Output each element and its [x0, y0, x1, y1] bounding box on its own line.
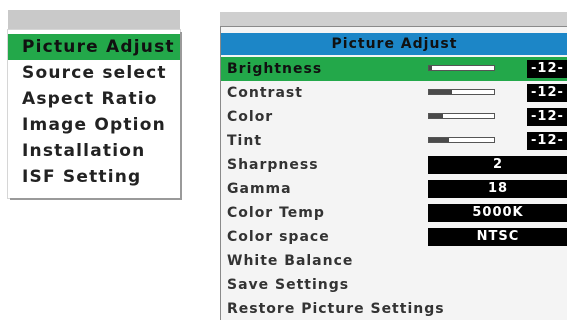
- submenu-row-gamma[interactable]: Gamma 18: [221, 177, 567, 201]
- picture-adjust-submenu: Picture Adjust Brightness -12- Contrast …: [220, 26, 567, 320]
- brightness-slider[interactable]: [428, 65, 495, 71]
- color-slider[interactable]: [428, 113, 495, 119]
- submenu-top-strip: [220, 12, 567, 26]
- save-settings-label: Save Settings: [227, 277, 350, 293]
- submenu-title: Picture Adjust: [221, 33, 567, 55]
- contrast-value: -12-: [527, 84, 567, 102]
- brightness-label: Brightness: [227, 61, 323, 77]
- sharpness-value[interactable]: 2: [428, 156, 567, 174]
- tint-label: Tint: [227, 133, 263, 149]
- main-menu-item-aspect-ratio[interactable]: Aspect Ratio: [8, 86, 180, 112]
- gamma-label: Gamma: [227, 181, 292, 197]
- submenu-row-white-balance[interactable]: White Balance: [221, 249, 567, 273]
- color-temp-value[interactable]: 5000K: [428, 204, 567, 222]
- contrast-label: Contrast: [227, 85, 303, 101]
- main-menu-item-isf-setting[interactable]: ISF Setting: [8, 164, 180, 190]
- restore-picture-settings-label: Restore Picture Settings: [227, 301, 445, 317]
- tint-slider-fill: [429, 138, 449, 142]
- main-menu-panel: Picture Adjust Source select Aspect Rati…: [8, 30, 180, 198]
- brightness-slider-fill: [429, 66, 433, 70]
- submenu-row-color[interactable]: Color -12-: [221, 105, 567, 129]
- color-label: Color: [227, 109, 274, 125]
- brightness-value: -12-: [527, 60, 567, 78]
- main-menu-top-strip: [8, 10, 180, 30]
- main-menu-item-picture-adjust[interactable]: Picture Adjust: [8, 34, 180, 60]
- main-menu: Picture Adjust Source select Aspect Rati…: [8, 10, 180, 198]
- color-value: -12-: [527, 108, 567, 126]
- gamma-value[interactable]: 18: [428, 180, 567, 198]
- contrast-slider[interactable]: [428, 89, 495, 95]
- submenu-row-contrast[interactable]: Contrast -12-: [221, 81, 567, 105]
- tint-slider[interactable]: [428, 137, 495, 143]
- color-space-label: Color space: [227, 229, 330, 245]
- submenu-row-brightness[interactable]: Brightness -12-: [221, 57, 567, 81]
- submenu-row-restore-picture-settings[interactable]: Restore Picture Settings: [221, 297, 567, 320]
- submenu-row-tint[interactable]: Tint -12-: [221, 129, 567, 153]
- submenu-row-color-space[interactable]: Color space NTSC: [221, 225, 567, 249]
- submenu-row-save-settings[interactable]: Save Settings: [221, 273, 567, 297]
- submenu-row-color-temp[interactable]: Color Temp 5000K: [221, 201, 567, 225]
- main-menu-item-image-option[interactable]: Image Option: [8, 112, 180, 138]
- white-balance-label: White Balance: [227, 253, 354, 269]
- color-slider-fill: [429, 114, 444, 118]
- main-menu-item-installation[interactable]: Installation: [8, 138, 180, 164]
- color-temp-label: Color Temp: [227, 205, 325, 221]
- main-menu-item-source-select[interactable]: Source select: [8, 60, 180, 86]
- submenu-row-sharpness[interactable]: Sharpness 2: [221, 153, 567, 177]
- tint-value: -12-: [527, 132, 567, 150]
- color-space-value[interactable]: NTSC: [428, 228, 567, 246]
- contrast-slider-fill: [429, 90, 452, 94]
- sharpness-label: Sharpness: [227, 157, 319, 173]
